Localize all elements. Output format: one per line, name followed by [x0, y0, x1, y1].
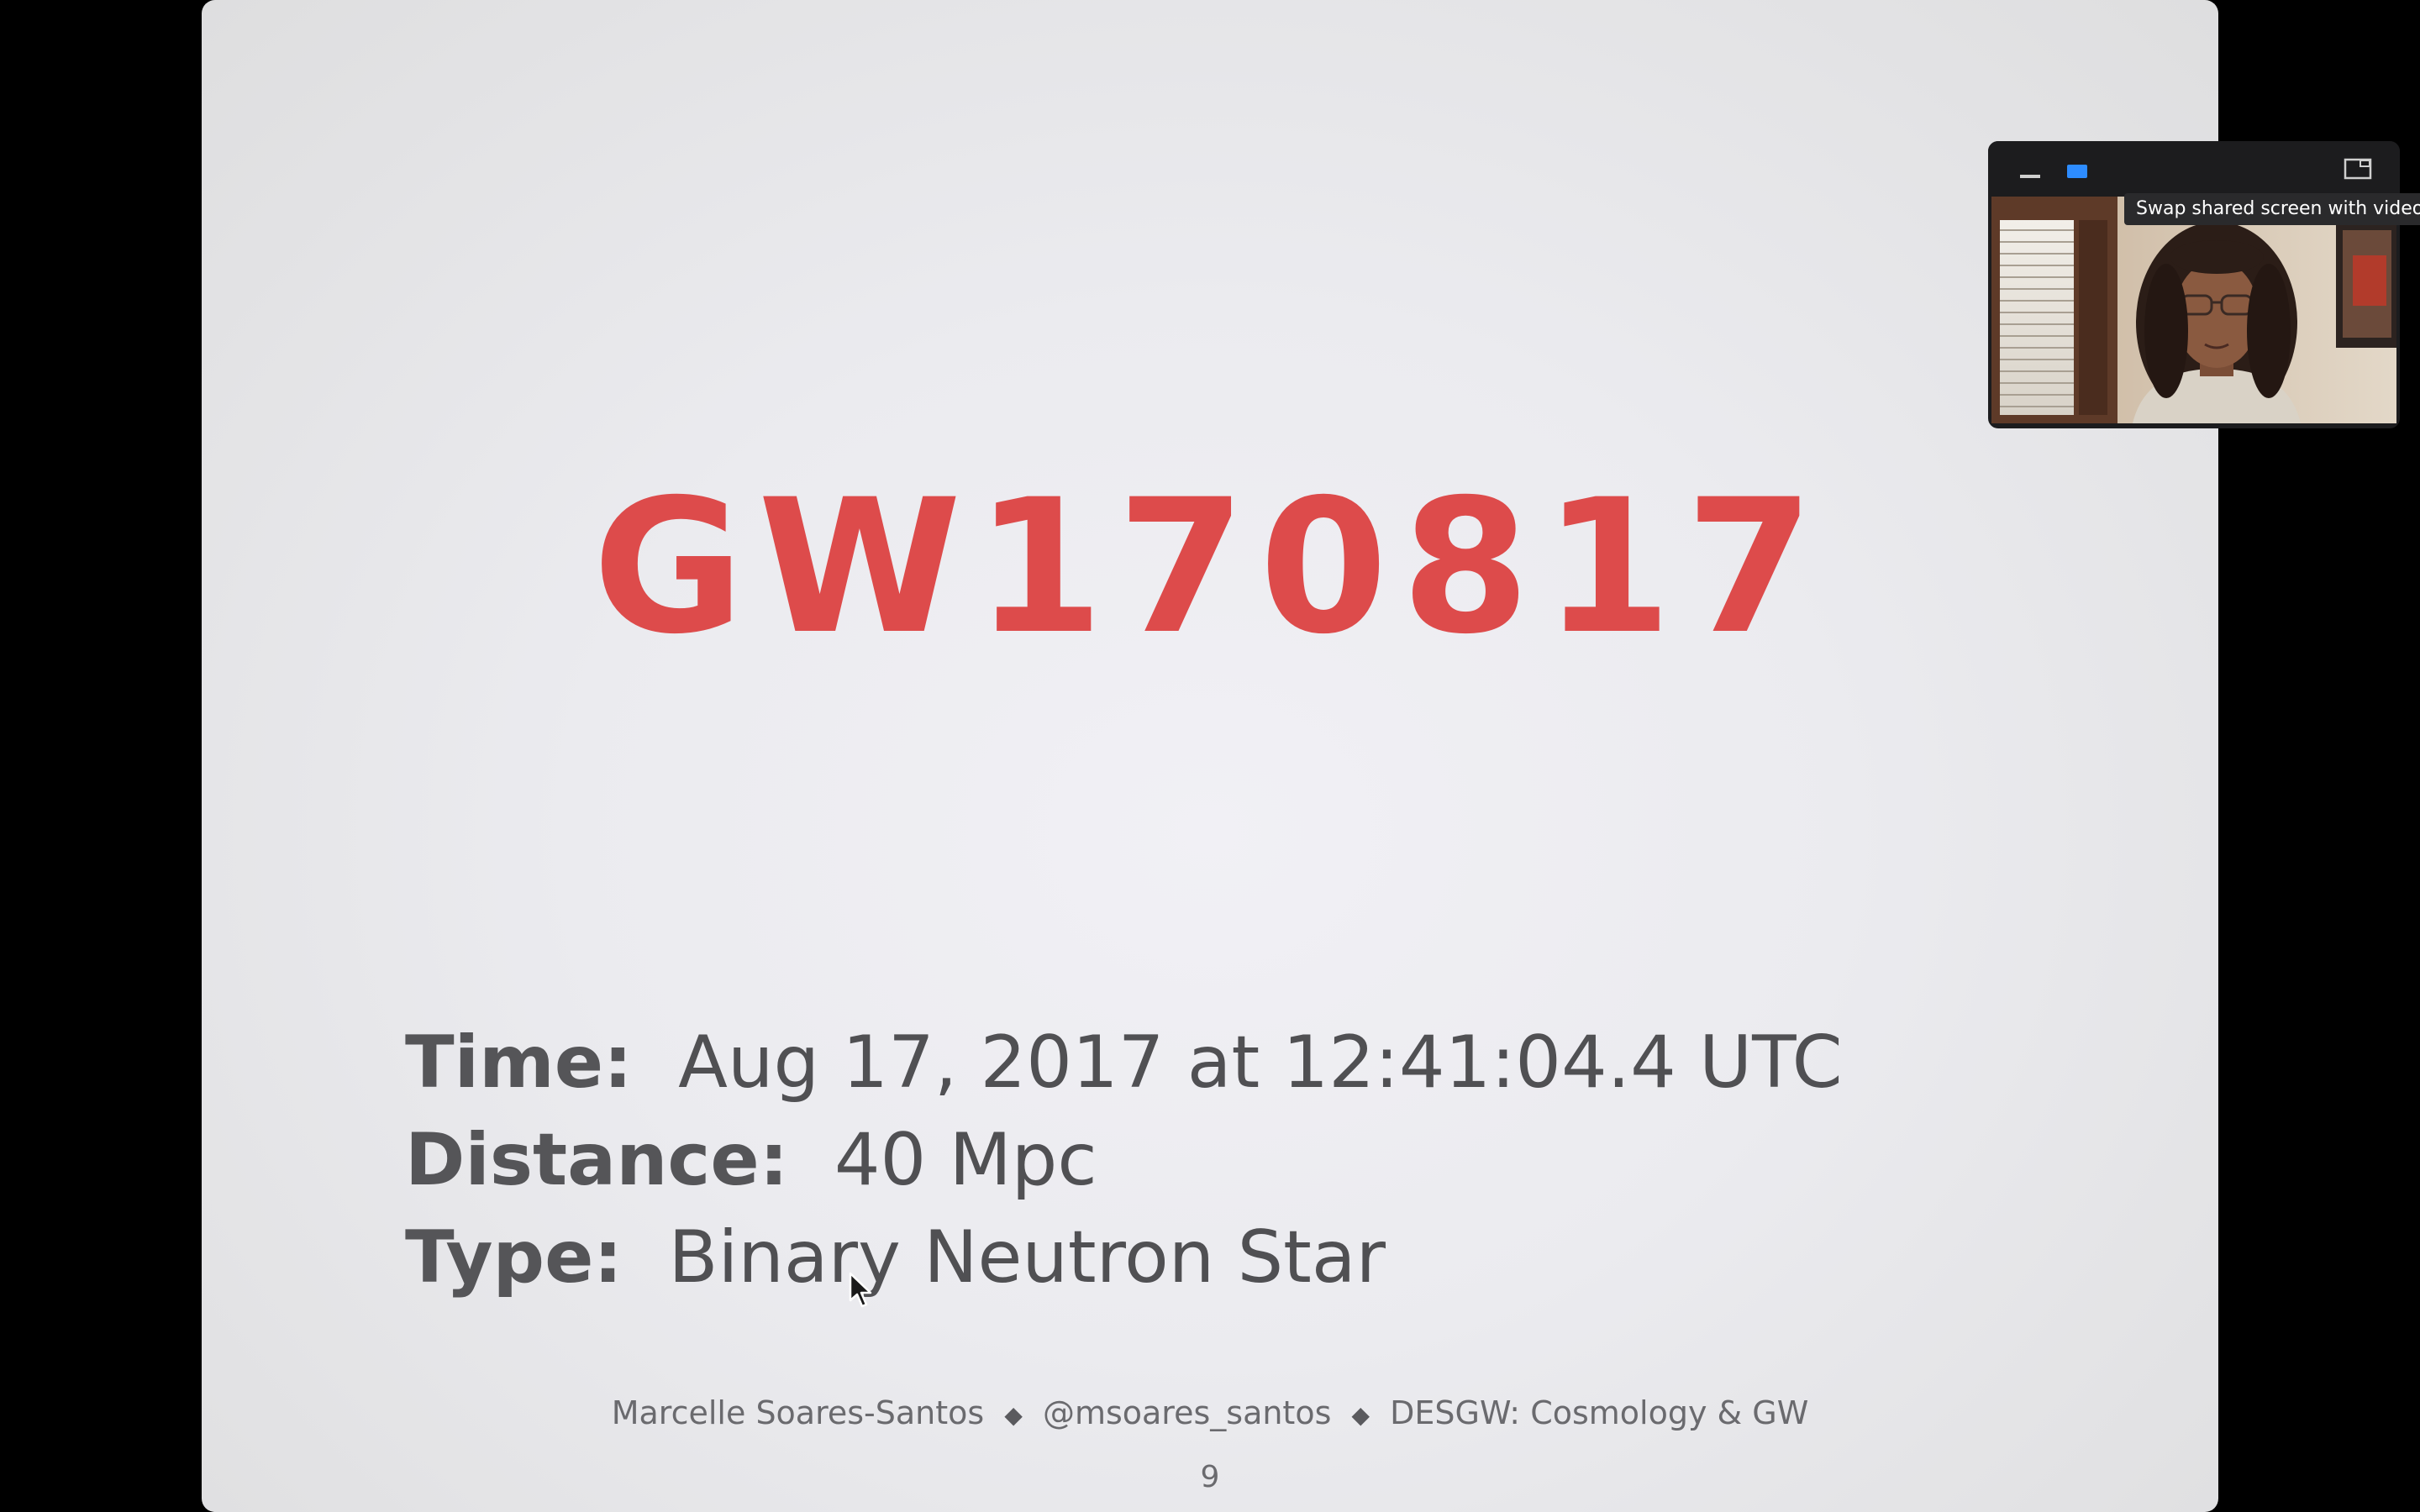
- type-value: Binary Neutron Star: [668, 1215, 1386, 1299]
- slide-title: GW170817: [592, 459, 1828, 675]
- video-thumbnail-panel[interactable]: [1988, 141, 2400, 428]
- video-panel-toolbar: [1988, 141, 2400, 193]
- event-time-row: Time: Aug 17, 2017 at 12:41:04.4 UTC: [405, 1026, 1843, 1099]
- participant-video[interactable]: [1991, 197, 2396, 423]
- minimize-icon: [2020, 175, 2040, 178]
- footer-talk: DESGW: Cosmology & GW: [1390, 1394, 1809, 1431]
- event-distance-row: Distance: 40 Mpc: [405, 1124, 1097, 1196]
- active-speaker-view-button[interactable]: [2064, 160, 2094, 185]
- swap-screen-icon: [2344, 158, 2372, 180]
- swap-screen-button[interactable]: [2341, 155, 2378, 185]
- participant-video-frame: [1991, 197, 2396, 423]
- slide-footer: Marcelle Soares-Santos ◆ @msoares_santos…: [202, 1394, 2218, 1431]
- swap-screen-tooltip: Swap shared screen with video: [2124, 193, 2420, 225]
- distance-label: Distance:: [405, 1118, 789, 1202]
- distance-value: 40 Mpc: [834, 1118, 1097, 1202]
- event-type-row: Type: Binary Neutron Star: [405, 1221, 1386, 1294]
- footer-separator: ◆: [1004, 1401, 1023, 1429]
- footer-separator: ◆: [1351, 1401, 1370, 1429]
- footer-handle: @msoares_santos: [1042, 1394, 1332, 1431]
- shared-slide: GW170817 Time: Aug 17, 2017 at 12:41:04.…: [202, 0, 2218, 1512]
- screen: GW170817 Time: Aug 17, 2017 at 12:41:04.…: [0, 0, 2420, 1512]
- active-speaker-view-icon: [2067, 165, 2087, 178]
- mouse-cursor-icon: [849, 1272, 872, 1308]
- minimize-video-button[interactable]: [2015, 160, 2045, 185]
- time-value: Aug 17, 2017 at 12:41:04.4 UTC: [678, 1021, 1843, 1105]
- type-label: Type:: [405, 1215, 623, 1299]
- time-label: Time:: [405, 1021, 633, 1105]
- slide-page-number: 9: [1200, 1460, 1220, 1494]
- footer-author: Marcelle Soares-Santos: [611, 1394, 985, 1431]
